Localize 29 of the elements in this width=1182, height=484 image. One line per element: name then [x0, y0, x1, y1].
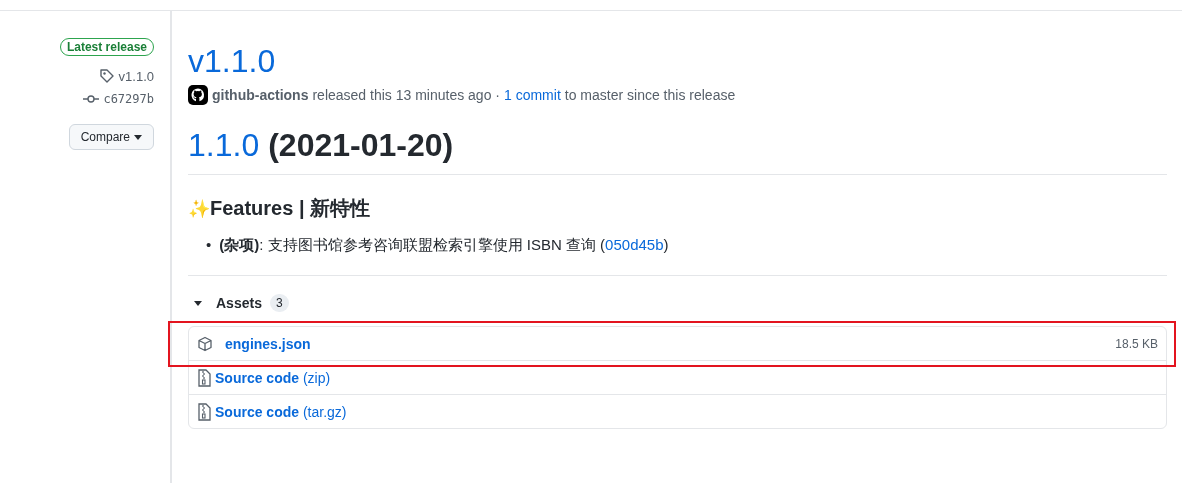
avatar-icon [188, 85, 208, 105]
feature-item: (杂项): 支持图书馆参考咨询联盟检索引擎使用 ISBN 查询 (050d45b) [219, 236, 669, 255]
asset-link[interactable]: Source code (tar.gz) [215, 403, 347, 420]
tag-link[interactable]: v1.1.0 [118, 68, 154, 84]
asset-size: 18.5 KB [1115, 336, 1158, 351]
section-heading: Features | 新特性 [210, 196, 371, 221]
caret-icon[interactable] [194, 300, 202, 306]
package-icon [197, 335, 213, 352]
commit-hash-link[interactable]: 050d45b [605, 236, 664, 253]
commits-link[interactable]: 1 commit [504, 87, 561, 103]
caret-icon [134, 134, 142, 140]
release-date: (2021-01-20) [268, 127, 454, 164]
author-link[interactable]: github-actions [212, 87, 309, 103]
asset-link[interactable]: Source code (zip) [215, 369, 331, 386]
compare-button[interactable]: Compare [68, 124, 154, 150]
sparkles-icon: ✨ [188, 197, 210, 220]
file-zip-icon [197, 368, 211, 387]
assets-count: 3 [269, 294, 289, 312]
asset-link[interactable]: engines.json [225, 335, 311, 352]
commit-icon [83, 94, 100, 104]
version-link[interactable]: 1.1.0 [188, 127, 260, 164]
bullet: • [206, 236, 212, 255]
assets-label[interactable]: Assets [216, 295, 262, 311]
commit-link[interactable]: c67297b [103, 92, 154, 106]
release-meta-text: released this 13 minutes ago · [312, 87, 500, 103]
file-zip-icon [197, 402, 211, 421]
release-meta-tail: to master since this release [564, 87, 736, 103]
release-title[interactable]: v1.1.0 [188, 41, 276, 81]
tag-icon [98, 68, 115, 84]
